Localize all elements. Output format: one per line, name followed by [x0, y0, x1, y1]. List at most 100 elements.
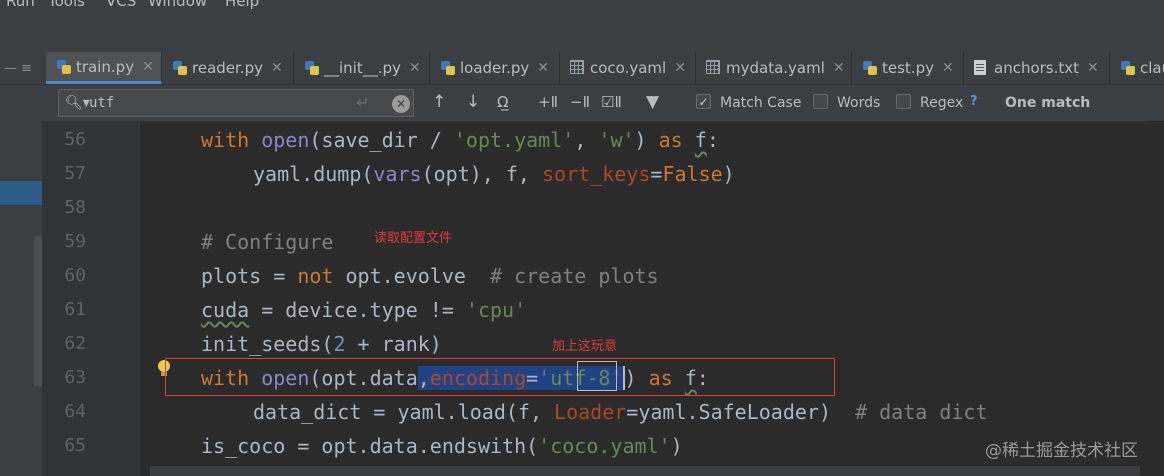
panel-scrollbar[interactable]	[34, 236, 42, 386]
annotation-add-this: 加上这玩意	[552, 339, 618, 354]
tab-clau[interactable]: clau	[1110, 52, 1164, 84]
text-file-icon	[974, 60, 990, 76]
tab-train-py[interactable]: train.py ✕	[46, 52, 162, 84]
keyword: with	[201, 128, 250, 152]
tab-reader-py[interactable]: reader.py ✕	[162, 52, 294, 84]
line-number: 65	[64, 435, 86, 456]
next-occurrence-icon[interactable]: ↓	[466, 91, 480, 113]
line-number: 62	[64, 333, 86, 354]
line-number: 58	[64, 197, 86, 218]
comment: # create plots	[490, 264, 659, 288]
comment: # Configure	[201, 230, 334, 254]
filter-icon[interactable]: ▼	[646, 91, 659, 113]
select-all-occurrences-icon[interactable]: ☑Ⅱ	[601, 91, 622, 113]
code-text: yaml.dump(	[253, 162, 374, 186]
close-icon[interactable]: ✕	[674, 60, 686, 76]
watermark: @稀土掘金技术社区	[985, 441, 1138, 461]
tab-mydata-yaml[interactable]: mydata.yaml ✕	[696, 52, 852, 84]
match-case-checkbox[interactable]: ✓	[696, 94, 711, 109]
parameter: Loader	[554, 400, 627, 424]
close-icon[interactable]: ✕	[537, 60, 549, 76]
search-icon[interactable]: 🔍︎▾	[65, 95, 90, 111]
python-file-icon	[440, 60, 456, 76]
regex-help-icon[interactable]: ?	[970, 94, 978, 109]
tab-loader-py[interactable]: loader.py ✕	[430, 52, 560, 84]
code-line-61[interactable]: cuda = device.type != 'cpu'	[201, 293, 526, 327]
builtin: vars	[373, 162, 422, 186]
line-number: 57	[64, 163, 86, 184]
code-line-65[interactable]: is_coco = opt.data.endswith('coco.yaml')	[201, 429, 683, 463]
builtin: open	[261, 128, 310, 152]
code-line-62[interactable]: init_seeds(2 + rank)	[201, 327, 442, 361]
menu-vcs[interactable]: VCS	[106, 0, 136, 10]
tab-label: train.py	[76, 57, 135, 76]
search-input[interactable]: utf	[89, 95, 114, 111]
code-text: )	[670, 434, 683, 458]
previous-occurrence-icon[interactable]: ↑	[432, 91, 446, 113]
yaml-file-icon	[706, 60, 722, 76]
code-text: (save_dir /	[309, 128, 454, 152]
horizontal-scrollbar[interactable]	[150, 466, 1140, 476]
tab-label: __init__.py	[324, 59, 401, 77]
code-text: is_coco = opt.data.endswith(	[201, 434, 539, 458]
find-all-occurrences-icon[interactable]: Ω̲	[497, 91, 508, 113]
match-count: One match	[1005, 95, 1091, 111]
tab-coco-yaml[interactable]: coco.yaml ✕	[560, 52, 696, 84]
python-file-icon	[304, 60, 320, 76]
close-icon[interactable]: ✕	[142, 59, 154, 75]
close-icon[interactable]: ✕	[271, 60, 283, 76]
code-text: opt.evolve	[333, 264, 490, 288]
number: 2	[333, 332, 346, 356]
comment: # data dict	[855, 400, 988, 424]
clear-search-icon[interactable]: ✕	[392, 95, 410, 113]
code-text: :	[706, 128, 719, 152]
line-number: 63	[64, 367, 86, 388]
regex-checkbox[interactable]	[896, 94, 911, 109]
line-number: 56	[64, 129, 86, 150]
line-number: 59	[64, 231, 86, 252]
toolbar-area	[0, 14, 1164, 52]
code-line-60[interactable]: plots = not opt.evolve # create plots	[201, 259, 659, 293]
tab-anchors-txt[interactable]: anchors.txt ✕	[964, 52, 1110, 84]
words-checkbox[interactable]	[813, 94, 828, 109]
variable: f	[694, 128, 707, 152]
tab-label: clau	[1140, 59, 1164, 77]
string: 'coco.yaml'	[538, 434, 671, 458]
close-icon[interactable]: ✕	[942, 60, 954, 76]
editor-scrollbar[interactable]	[1149, 121, 1164, 476]
line-number: 61	[64, 299, 86, 320]
newline-icon[interactable]: ↵	[356, 93, 369, 112]
code-line-56[interactable]: with open(save_dir / 'opt.yaml', 'w') as…	[201, 123, 719, 157]
tab-test-py[interactable]: test.py ✕	[852, 52, 964, 84]
tab-label: mydata.yaml	[726, 59, 825, 77]
parameter: sort_keys	[542, 162, 651, 186]
python-file-icon	[172, 60, 188, 76]
add-occurrence-icon[interactable]: +Ⅱ	[538, 91, 558, 113]
keyword: False	[662, 162, 723, 186]
close-icon[interactable]: ✕	[833, 60, 845, 76]
selected-item	[0, 181, 42, 205]
code-line-64[interactable]: data_dict = yaml.load(f, Loader=yaml.Saf…	[253, 395, 988, 429]
tab-init-py[interactable]: __init__.py ✕	[294, 52, 430, 84]
menu-help[interactable]: Help	[225, 0, 259, 10]
code-line-59[interactable]: # Configure	[201, 225, 333, 259]
close-icon[interactable]: ✕	[409, 60, 421, 76]
code-text: )	[722, 162, 735, 186]
collapse-icon[interactable]: — ≡	[4, 61, 32, 76]
menu-window[interactable]: Window	[148, 0, 207, 10]
python-file-icon	[1120, 60, 1136, 76]
search-box[interactable]: 🔍︎▾ utf ↵ ✕	[58, 89, 414, 117]
code-text: data_dict = yaml.load(f,	[253, 400, 555, 424]
menu-tools[interactable]: Tools	[48, 0, 85, 10]
close-icon[interactable]: ✕	[1087, 60, 1099, 76]
variable: cuda	[201, 298, 250, 322]
regex-label: Regex	[920, 95, 964, 111]
tab-label: loader.py	[460, 59, 530, 77]
line-number: 60	[64, 265, 86, 286]
code-text: =yaml.SafeLoader)	[626, 400, 856, 424]
menu-run[interactable]: Run	[6, 0, 35, 10]
remove-occurrence-icon[interactable]: −Ⅱ	[570, 91, 590, 113]
code-text: =	[650, 162, 663, 186]
code-line-57[interactable]: yaml.dump(vars(opt), f, sort_keys=False)	[253, 157, 735, 191]
